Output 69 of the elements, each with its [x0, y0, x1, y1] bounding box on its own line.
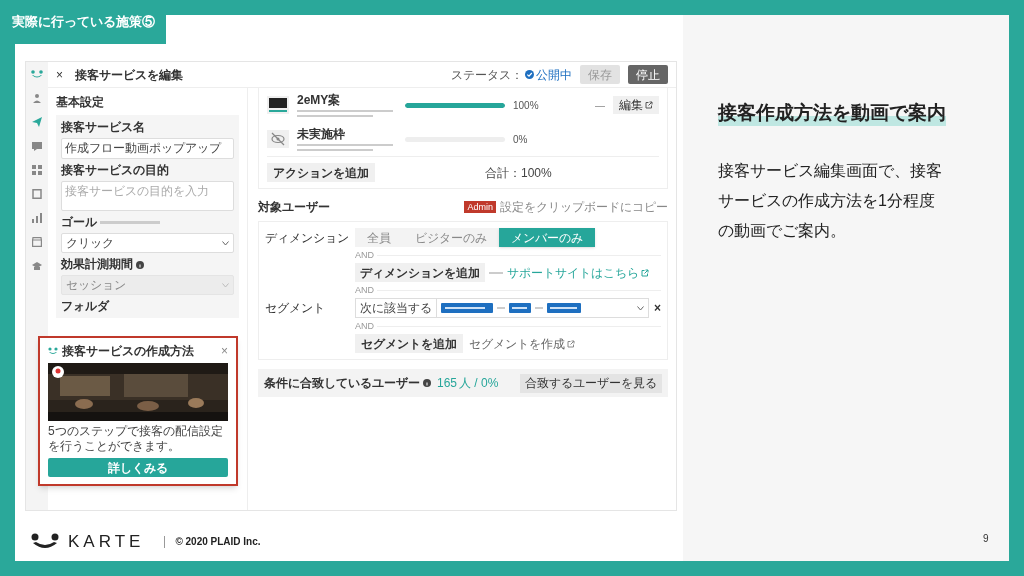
header-button[interactable]: 停止 [628, 65, 668, 84]
chevron-down-icon [637, 305, 644, 311]
admin-tag: Admin [464, 201, 496, 213]
user-ratio: 人 / 0% [459, 375, 499, 392]
action-name: 2eMY案 [297, 93, 342, 107]
bar-chart-icon[interactable] [32, 213, 42, 223]
percent-label: 0% [513, 132, 529, 147]
view-users-button[interactable]: 合致するユーザーを見る [520, 373, 662, 393]
copyright: © 2020 PLAID Inc. [175, 535, 261, 550]
document-icon[interactable] [32, 189, 42, 199]
external-link-icon [567, 339, 575, 348]
field-label: 接客サービス名 [61, 120, 145, 135]
row-label: セグメント [265, 300, 326, 317]
field-label: 効果計測期間 [61, 257, 133, 272]
matched-users-label: 条件に合致しているユーザー [264, 375, 420, 392]
popup-text: 5つのステップで接客の配信設定を行うことができます。 [48, 424, 224, 454]
total-text: 合計：100% [485, 164, 552, 182]
dash-text: — [595, 98, 605, 113]
chat-icon[interactable] [32, 141, 42, 151]
copy-link[interactable]: 設定をクリップボードにコピー [500, 198, 668, 216]
segment-tab[interactable]: ビジターのみ [403, 228, 499, 247]
paper-plane-icon[interactable] [32, 117, 42, 127]
thumbnail-icon [267, 96, 289, 114]
chevron-down-icon [222, 240, 229, 246]
logo-icon [48, 347, 58, 355]
slide-heading: 接客作成方法を動画で案内 [718, 100, 946, 126]
edit-button[interactable]: 編集 [613, 96, 659, 114]
segment-select-field[interactable]: 次に該当する [355, 298, 649, 318]
brand-logo-icon [30, 532, 60, 551]
external-link-icon [641, 268, 649, 277]
action-name: 未実施枠 [297, 127, 346, 141]
popup-title: 接客サービスの作成方法 [62, 343, 194, 360]
description-line [489, 271, 503, 274]
percent-label: 100% [513, 98, 540, 113]
external-link-icon [645, 101, 653, 109]
text-field[interactable]: 作成フロー動画ポップアップ [61, 138, 234, 159]
eye-slash-icon [267, 130, 289, 148]
page-title: 接客サービスを編集 [75, 66, 183, 84]
hint-text-line [100, 221, 160, 224]
brand-name: KARTE [68, 531, 145, 553]
field-label: フォルダ [61, 299, 109, 314]
status-label: ステータス： [451, 66, 523, 84]
page-number: 9 [983, 532, 989, 546]
section-title: 基本設定 [56, 94, 105, 111]
logo-icon [31, 70, 43, 79]
and-label: AND [355, 250, 374, 260]
remove-button[interactable]: × [654, 299, 661, 317]
check-circle-icon [525, 70, 534, 79]
grid-icon[interactable] [32, 165, 42, 175]
user-count: 165 [437, 375, 458, 392]
and-label: AND [355, 285, 374, 295]
segment-tab[interactable]: 全員 [355, 228, 403, 247]
row-label: ディメンション [265, 229, 350, 247]
add-dimension-button[interactable]: ディメンションを追加 [355, 263, 485, 282]
close-button[interactable]: × [221, 342, 228, 360]
select-field[interactable]: クリック [61, 233, 234, 253]
field-label: ゴール [61, 215, 97, 230]
slide-body: 接客サービス編集画面で、接客サービスの作成方法を1分程度の動画でご案内。 [718, 161, 943, 241]
section-title: 対象ユーザー [258, 199, 330, 216]
add-action-button[interactable]: アクションを追加 [267, 163, 375, 182]
add-segment-button[interactable]: セグメントを追加 [355, 334, 463, 353]
and-label: AND [355, 321, 374, 331]
create-segment-link[interactable]: セグメントを作成 [469, 334, 575, 353]
close-button[interactable]: × [56, 65, 63, 84]
user-icon[interactable] [32, 93, 42, 103]
chevron-down-icon [222, 282, 229, 288]
info-icon [423, 379, 431, 387]
status-value: 公開中 [536, 66, 572, 84]
field-label: 接客サービスの目的 [61, 163, 169, 178]
